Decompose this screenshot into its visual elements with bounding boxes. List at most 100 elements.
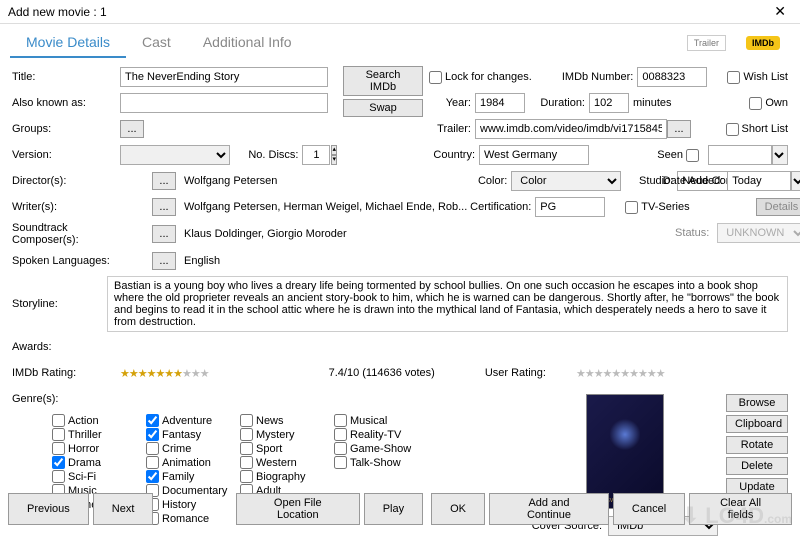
year-input[interactable] — [475, 93, 525, 113]
genre-label: Drama — [68, 457, 101, 469]
genre-checkbox[interactable] — [52, 456, 65, 469]
wish-checkbox[interactable] — [727, 71, 740, 84]
certification-input[interactable] — [535, 197, 605, 217]
trailer-browse-button[interactable]: ... — [667, 120, 691, 138]
open-file-location-button[interactable]: Open File Location — [236, 493, 360, 525]
genre-item[interactable]: Family — [146, 470, 236, 483]
swap-button[interactable]: Swap — [343, 99, 423, 117]
genre-checkbox[interactable] — [52, 414, 65, 427]
minutes-label: minutes — [633, 97, 672, 109]
next-button[interactable]: Next — [93, 493, 154, 525]
duration-input[interactable] — [589, 93, 629, 113]
ok-button[interactable]: OK — [431, 493, 485, 525]
genre-checkbox[interactable] — [240, 470, 253, 483]
genre-item[interactable]: Animation — [146, 456, 236, 469]
genre-checkbox[interactable] — [146, 414, 159, 427]
genre-checkbox[interactable] — [52, 470, 65, 483]
genre-checkbox[interactable] — [146, 470, 159, 483]
own-checkbox[interactable] — [749, 97, 762, 110]
genre-checkbox[interactable] — [146, 442, 159, 455]
imdb-number-input[interactable] — [637, 67, 707, 87]
genre-checkbox[interactable] — [146, 428, 159, 441]
date-added-picker[interactable] — [791, 171, 800, 191]
genre-item[interactable]: Adventure — [146, 414, 236, 427]
trailer-input[interactable] — [475, 119, 667, 139]
genre-item[interactable]: Action — [52, 414, 142, 427]
genre-item[interactable]: Drama — [52, 456, 142, 469]
clear-all-button[interactable]: Clear All fields — [689, 493, 792, 525]
lock-checkbox[interactable] — [429, 71, 442, 84]
genre-checkbox[interactable] — [146, 456, 159, 469]
cancel-button[interactable]: Cancel — [613, 493, 685, 525]
details-button[interactable]: Details — [756, 198, 800, 216]
genre-checkbox[interactable] — [52, 442, 65, 455]
genre-item[interactable]: Sport — [240, 442, 330, 455]
seen-date-picker[interactable] — [772, 145, 788, 165]
genre-item[interactable]: Game-Show — [334, 442, 424, 455]
genre-checkbox[interactable] — [240, 456, 253, 469]
genre-item[interactable]: Horror — [52, 442, 142, 455]
imdb-rating-text: 7.4/10 (114636 votes) — [329, 367, 435, 379]
user-rating-stars[interactable]: ★★★★★★★★★★ — [576, 367, 665, 380]
tab-additional-info[interactable]: Additional Info — [187, 28, 308, 58]
genre-checkbox[interactable] — [240, 442, 253, 455]
genre-checkbox[interactable] — [240, 428, 253, 441]
country-label: Country: — [429, 149, 475, 161]
directors-browse-button[interactable]: ... — [152, 172, 176, 190]
discs-up-button[interactable]: ▴ — [331, 145, 337, 155]
genre-item[interactable]: Mystery — [240, 428, 330, 441]
genre-checkbox[interactable] — [334, 414, 347, 427]
genre-checkbox[interactable] — [240, 414, 253, 427]
discs-down-button[interactable]: ▾ — [331, 155, 337, 165]
genre-checkbox[interactable] — [334, 428, 347, 441]
imdb-rating-label: IMDb Rating: — [12, 367, 120, 379]
tab-movie-details[interactable]: Movie Details — [10, 28, 126, 58]
rotate-button[interactable]: Rotate — [726, 436, 788, 454]
seen-checkbox[interactable] — [686, 149, 699, 162]
short-checkbox[interactable] — [726, 123, 739, 136]
storyline-textarea[interactable]: Bastian is a young boy who lives a drear… — [107, 276, 788, 332]
search-imdb-button[interactable]: Search IMDb — [343, 66, 423, 96]
wish-label: Wish List — [743, 71, 788, 83]
delete-button[interactable]: Delete — [726, 457, 788, 475]
certification-label: Certification: — [467, 201, 531, 213]
genre-item[interactable]: Biography — [240, 470, 330, 483]
version-select[interactable] — [120, 145, 230, 165]
previous-button[interactable]: Previous — [8, 493, 89, 525]
genre-item[interactable]: News — [240, 414, 330, 427]
tab-cast[interactable]: Cast — [126, 28, 187, 58]
tvseries-checkbox[interactable] — [625, 201, 638, 214]
genre-item[interactable]: Reality-TV — [334, 428, 424, 441]
writers-browse-button[interactable]: ... — [152, 198, 176, 216]
title-input[interactable] — [120, 67, 328, 87]
country-input[interactable] — [479, 145, 589, 165]
composers-value: Klaus Doldinger, Giorgio Moroder — [184, 228, 347, 240]
play-button[interactable]: Play — [364, 493, 423, 525]
color-select[interactable]: Color — [511, 171, 621, 191]
seen-date-input[interactable] — [708, 145, 772, 165]
browse-button[interactable]: Browse — [726, 394, 788, 412]
groups-browse-button[interactable]: ... — [120, 120, 144, 138]
aka-input[interactable] — [120, 93, 328, 113]
genre-item[interactable]: Fantasy — [146, 428, 236, 441]
genres-label: Genre(s): — [12, 393, 120, 405]
composers-browse-button[interactable]: ... — [152, 225, 176, 243]
close-icon[interactable]: ✕ — [768, 3, 792, 20]
genre-checkbox[interactable] — [334, 442, 347, 455]
version-label: Version: — [12, 149, 120, 161]
genre-item[interactable]: Musical — [334, 414, 424, 427]
no-discs-input[interactable] — [302, 145, 330, 165]
genre-item[interactable]: Sci-Fi — [52, 470, 142, 483]
languages-browse-button[interactable]: ... — [152, 252, 176, 270]
genre-item[interactable]: Thriller — [52, 428, 142, 441]
genre-item[interactable]: Western — [240, 456, 330, 469]
imdb-badge[interactable]: IMDb — [746, 36, 780, 50]
add-continue-button[interactable]: Add and Continue — [489, 493, 609, 525]
genre-item[interactable]: Crime — [146, 442, 236, 455]
clipboard-button[interactable]: Clipboard — [726, 415, 788, 433]
genre-item[interactable]: Talk-Show — [334, 456, 424, 469]
genre-checkbox[interactable] — [334, 456, 347, 469]
genre-checkbox[interactable] — [52, 428, 65, 441]
date-added-input[interactable] — [727, 171, 791, 191]
trailer-badge[interactable]: Trailer — [687, 35, 726, 51]
